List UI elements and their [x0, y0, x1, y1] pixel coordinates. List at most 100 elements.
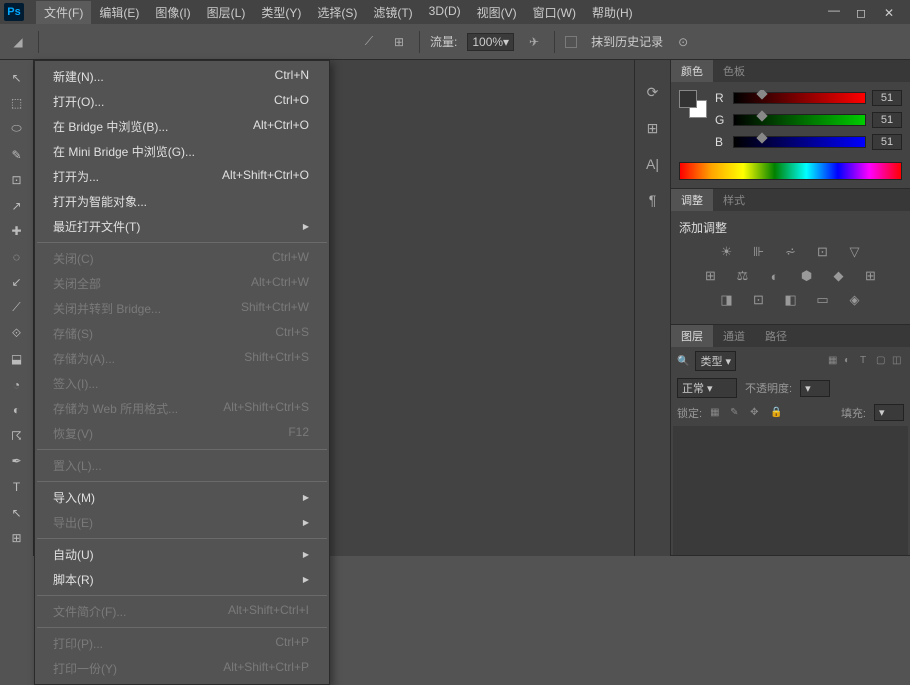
tool-11[interactable]: ⬓	[3, 347, 31, 371]
balance-icon[interactable]: ⚖	[734, 268, 752, 284]
tab-channels[interactable]: 通道	[713, 325, 755, 347]
menu-item-22[interactable]: 自动(U)	[35, 542, 329, 567]
exposure-icon[interactable]: ⊡	[814, 244, 832, 260]
airbrush-icon[interactable]: ✈	[524, 32, 544, 52]
tool-8[interactable]: ↙	[3, 271, 31, 295]
vibrance-icon[interactable]: ▽	[846, 244, 864, 260]
filter-kind-icon[interactable]: 🔍	[677, 356, 689, 367]
tool-10[interactable]: ⟐	[3, 322, 31, 346]
filter-pixel-icon[interactable]: ▦	[828, 355, 840, 367]
maximize-button[interactable]	[856, 6, 870, 18]
g-input[interactable]	[872, 112, 902, 128]
filter-adjust-icon[interactable]: ◐	[844, 355, 856, 367]
tool-18[interactable]: ⊞	[3, 526, 31, 550]
hue-icon[interactable]: ⊞	[702, 268, 720, 284]
character-icon[interactable]: A|	[641, 152, 665, 176]
flow-field[interactable]: 100% ▾	[467, 33, 514, 51]
menu-0[interactable]: 文件(F)	[36, 1, 91, 24]
lock-image-icon[interactable]: ✎	[730, 407, 742, 419]
menu-3[interactable]: 图层(L)	[199, 1, 254, 24]
tool-16[interactable]: T	[3, 475, 31, 499]
brightness-icon[interactable]: ☀	[718, 244, 736, 260]
lock-all-icon[interactable]: 🔒	[770, 407, 782, 419]
properties-icon[interactable]: ⊞	[641, 116, 665, 140]
fg-bg-swatch[interactable]	[679, 90, 707, 118]
tab-paths[interactable]: 路径	[755, 325, 797, 347]
tool-0[interactable]: ↖	[3, 66, 31, 90]
threshold-icon[interactable]: ◧	[782, 292, 800, 308]
lock-transparency-icon[interactable]: ▦	[710, 407, 722, 419]
menu-5[interactable]: 选择(S)	[309, 1, 365, 24]
fill-input[interactable]: ▾	[874, 404, 904, 421]
menu-item-6[interactable]: 最近打开文件(T)	[35, 214, 329, 239]
brush-preset-icon[interactable]: ⟋	[359, 32, 379, 52]
color-spectrum[interactable]	[679, 162, 902, 180]
tool-12[interactable]: ◔	[3, 373, 31, 397]
tool-14[interactable]: ☈	[3, 424, 31, 448]
levels-icon[interactable]: ⊪	[750, 244, 768, 260]
menu-item-3[interactable]: 在 Mini Bridge 中浏览(G)...	[35, 139, 329, 164]
b-slider[interactable]	[733, 136, 866, 148]
menu-6[interactable]: 滤镜(T)	[365, 1, 420, 24]
tool-9[interactable]: ⟋	[3, 296, 31, 320]
photo-filter-icon[interactable]: ⬢	[798, 268, 816, 284]
filter-kind-select[interactable]: 类型 ▾	[695, 351, 736, 371]
brush-panel-icon[interactable]: ⊞	[389, 32, 409, 52]
pressure-icon[interactable]: ⊙	[673, 32, 693, 52]
filter-type-icon[interactable]: T	[860, 355, 872, 367]
tool-2[interactable]: ⬭	[3, 117, 31, 141]
tool-13[interactable]: ◐	[3, 399, 31, 423]
filter-shape-icon[interactable]: ▢	[876, 355, 888, 367]
r-slider[interactable]	[733, 92, 866, 104]
history-icon[interactable]: ⟳	[641, 80, 665, 104]
filter-smart-icon[interactable]: ◫	[892, 355, 904, 367]
tool-4[interactable]: ⊡	[3, 168, 31, 192]
tool-17[interactable]: ↖	[3, 501, 31, 525]
tab-color[interactable]: 颜色	[671, 60, 713, 82]
posterize-icon[interactable]: ⊡	[750, 292, 768, 308]
tool-5[interactable]: ↗	[3, 194, 31, 218]
menu-1[interactable]: 编辑(E)	[91, 1, 147, 24]
r-input[interactable]	[872, 90, 902, 106]
g-slider[interactable]	[733, 114, 866, 126]
tool-1[interactable]: ⬚	[3, 92, 31, 116]
b-input[interactable]	[872, 134, 902, 150]
menu-item-5[interactable]: 打开为智能对象...	[35, 189, 329, 214]
menu-4[interactable]: 类型(Y)	[253, 1, 309, 24]
menu-10[interactable]: 帮助(H)	[584, 1, 641, 24]
menu-item-2[interactable]: 在 Bridge 中浏览(B)...Alt+Ctrl+O	[35, 114, 329, 139]
menu-item-0[interactable]: 新建(N)...Ctrl+N	[35, 64, 329, 89]
minimize-button[interactable]	[828, 6, 842, 18]
menu-item-1[interactable]: 打开(O)...Ctrl+O	[35, 89, 329, 114]
selective-icon[interactable]: ◈	[846, 292, 864, 308]
tab-adjustments[interactable]: 调整	[671, 189, 713, 211]
menu-item-19[interactable]: 导入(M)	[35, 485, 329, 510]
close-button[interactable]	[884, 6, 898, 18]
paragraph-icon[interactable]: ¶	[641, 188, 665, 212]
tool-3[interactable]: ✎	[3, 143, 31, 167]
tool-7[interactable]: ◌	[3, 245, 31, 269]
tool-15[interactable]: ✒	[3, 450, 31, 474]
mixer-icon[interactable]: ◆	[830, 268, 848, 284]
tab-styles[interactable]: 样式	[713, 189, 755, 211]
menu-8[interactable]: 视图(V)	[469, 1, 525, 24]
menu-item-23[interactable]: 脚本(R)	[35, 567, 329, 592]
blend-mode-select[interactable]: 正常 ▾	[677, 378, 737, 398]
erase-history-checkbox[interactable]	[565, 36, 577, 48]
layers-list[interactable]	[673, 426, 908, 555]
invert-icon[interactable]: ◨	[718, 292, 736, 308]
tab-layers[interactable]: 图层	[671, 325, 713, 347]
menu-9[interactable]: 窗口(W)	[525, 1, 584, 24]
opacity-input[interactable]: ▾	[800, 380, 830, 397]
gradient-map-icon[interactable]: ▭	[814, 292, 832, 308]
tab-swatches[interactable]: 色板	[713, 60, 755, 82]
menu-item-4[interactable]: 打开为...Alt+Shift+Ctrl+O	[35, 164, 329, 189]
menu-2[interactable]: 图像(I)	[147, 1, 198, 24]
lock-position-icon[interactable]: ✥	[750, 407, 762, 419]
bw-icon[interactable]: ◐	[766, 268, 784, 284]
tool-preset-icon[interactable]: ◢	[8, 32, 28, 52]
lookup-icon[interactable]: ⊞	[862, 268, 880, 284]
menu-7[interactable]: 3D(D)	[421, 1, 469, 24]
curves-icon[interactable]: ⩫	[782, 244, 800, 260]
tool-6[interactable]: ✚	[3, 219, 31, 243]
